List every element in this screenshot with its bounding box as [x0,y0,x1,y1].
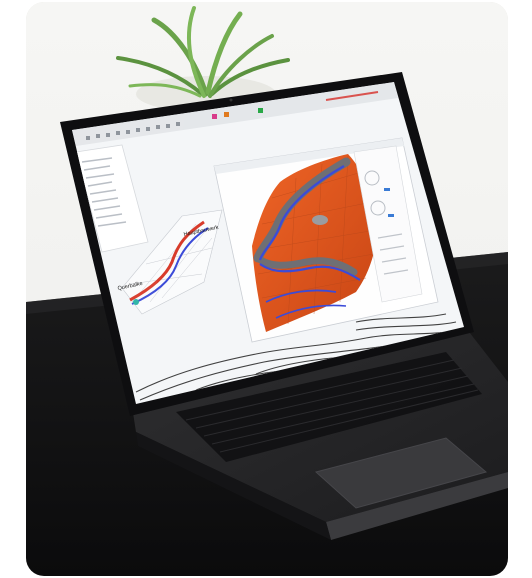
laptop-photo: Querbalke Hauptbauwerk [26,2,508,576]
photo-card: Querbalke Hauptbauwerk [26,2,508,576]
